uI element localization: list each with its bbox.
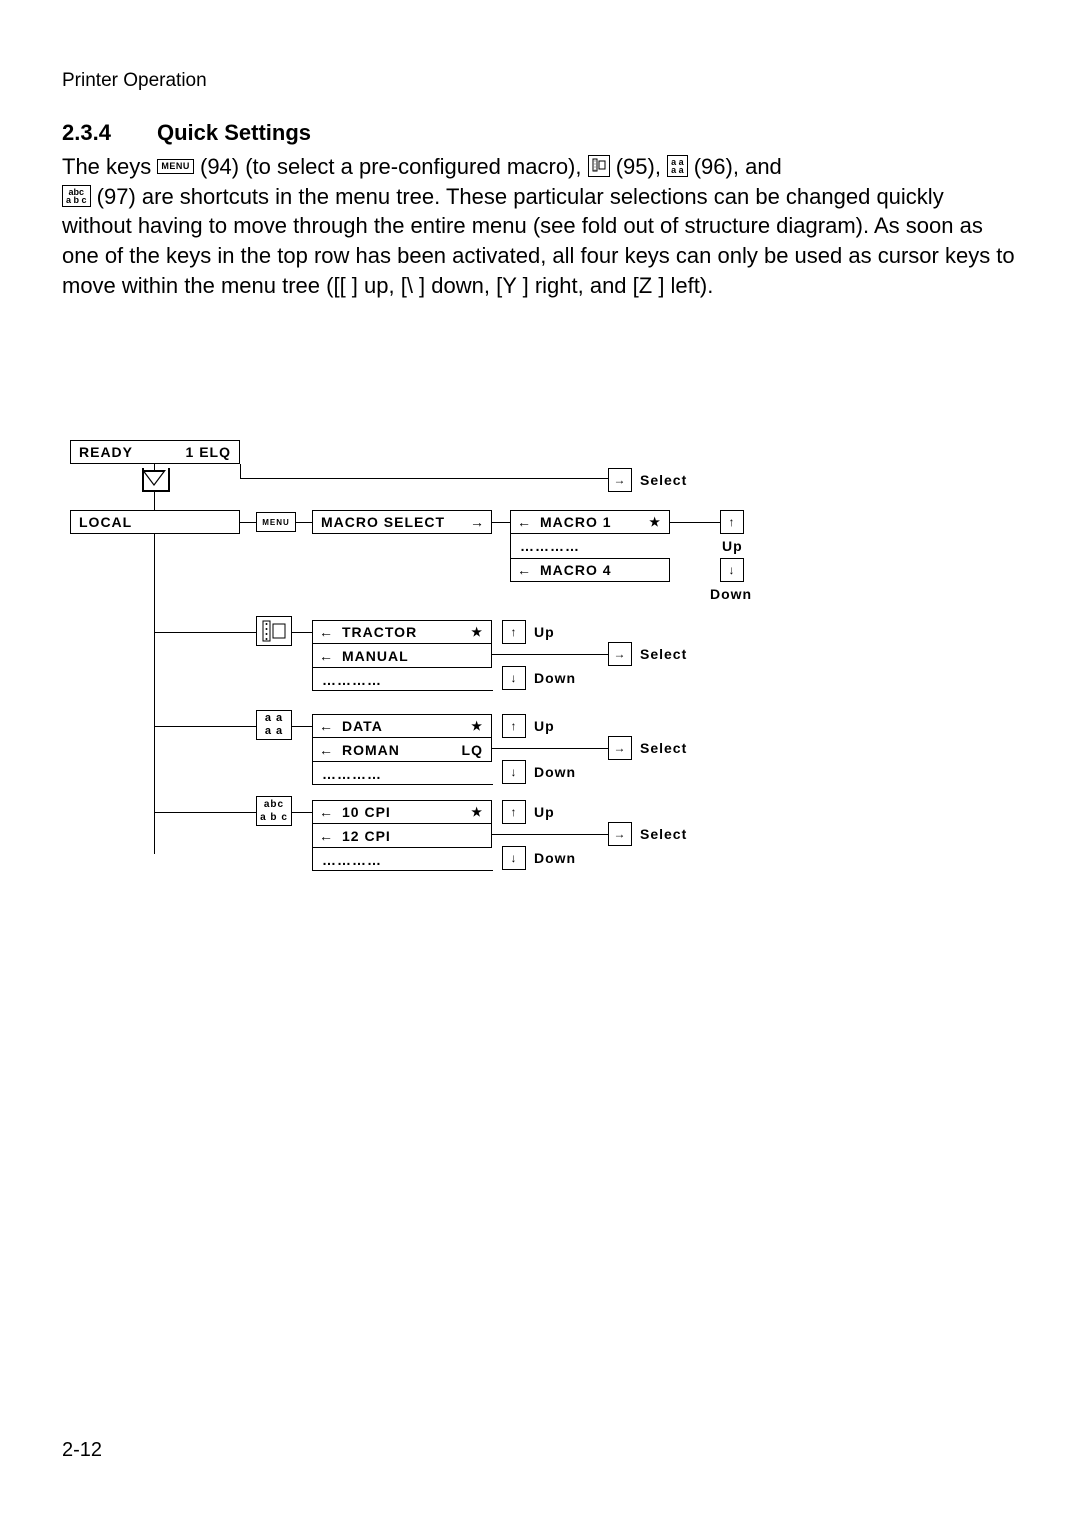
arrow-up-key: ↑ [720,510,744,534]
up-label: Up [534,718,555,734]
body-frag-1: The keys [62,154,157,179]
arrow-up-key: ↑ [502,800,526,824]
arrow-right-key: → [608,642,632,666]
up-label: Up [534,804,555,820]
macro-ellipsis: ………… [520,538,580,554]
select-label: Select [640,646,687,662]
tractor-key-icon [588,155,610,177]
section-number: 2.3.4 [62,120,157,146]
cpi10-box: ← 10 CPI ★ [312,800,492,824]
macro-1-box: ← MACRO 1 ★ [510,510,670,534]
running-header: Printer Operation [62,70,1018,92]
select-label: Select [640,472,687,488]
body-frag-5: (97) are shortcuts in the menu tree. The… [62,184,1015,298]
body-paragraph: The keys MENU (94) (to select a pre-conf… [62,152,1018,300]
arrow-down-key: ↓ [502,666,526,690]
pitch-abc-key-icon: abca b c [62,185,91,207]
arrow-up-key: ↑ [502,620,526,644]
arrow-right-key: → [608,736,632,760]
font-aa-key-icon: a aa a [667,155,688,177]
pitch-abc-node-icon: abca b c [256,796,292,826]
body-frag-3: (95), [616,154,667,179]
cpi12-box: ← 12 CPI [312,824,492,848]
up-label: Up [722,538,743,554]
macro-select-box: MACRO SELECT → [312,510,492,534]
ready-box: READY 1 ELQ [70,440,240,464]
page-number: 2-12 [62,1439,102,1462]
down-label: Down [534,764,576,780]
arrow-down-key: ↓ [502,760,526,784]
tractor-box: ← TRACTOR ★ [312,620,492,644]
manual-box: ← MANUAL [312,644,492,668]
down-label: Down [534,670,576,686]
tractor-key-node-icon [256,616,292,646]
arrow-down-key: ↓ [502,846,526,870]
arrow-up-key: ↑ [502,714,526,738]
arrow-right-key: → [608,822,632,846]
section-heading: 2.3.4Quick Settings [62,120,1018,146]
section-title-text: Quick Settings [157,120,311,145]
select-label: Select [640,826,687,842]
arrow-right-key: → [608,468,632,492]
down-label: Down [710,586,752,602]
down-label: Down [534,850,576,866]
body-frag-2: (94) (to select a pre-configured macro), [200,154,588,179]
arrow-down-key: ↓ [720,558,744,582]
body-frag-4: (96), and [694,154,782,179]
select-label: Select [640,740,687,756]
menu-structure-diagram: READY 1 ELQ LOCAL MENU MACRO SELECT → ← … [70,440,1010,870]
menu-key-icon: MENU [157,159,194,174]
data-box: ← DATA ★ [312,714,492,738]
roman-box: ← ROMAN LQ [312,738,492,762]
menu-key-node-icon: MENU [256,512,296,532]
macro-4-box: ← MACRO 4 [510,558,670,582]
local-box: LOCAL [70,510,240,534]
font-aa-node-icon: a aa a [256,710,292,740]
down-arrow-frame [142,468,170,492]
up-label: Up [534,624,555,640]
